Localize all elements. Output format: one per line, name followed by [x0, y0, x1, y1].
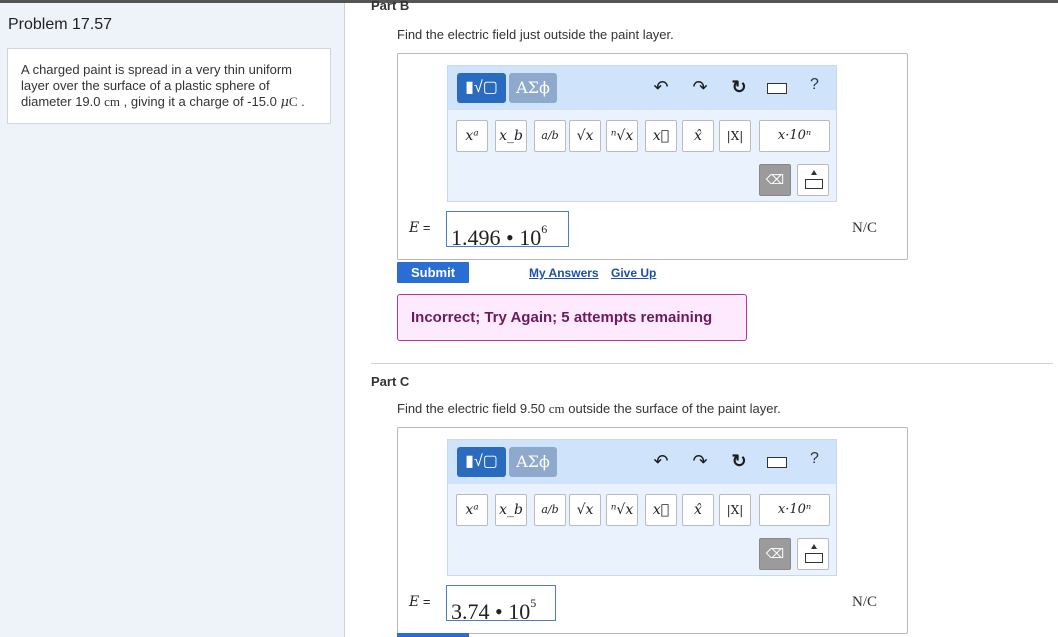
keyboard-icon[interactable]: [767, 83, 787, 94]
problem-sidebar: Problem 17.57 A charged paint is spread …: [0, 3, 345, 637]
unit-coulomb: C: [288, 94, 298, 109]
give-up-link[interactable]: Give Up: [611, 266, 656, 280]
superscript-button[interactable]: xᵃ: [456, 120, 488, 152]
part-b-variable-label: E =: [409, 220, 431, 236]
abs-value-button[interactable]: |X|: [719, 494, 751, 526]
vector-button[interactable]: x⃗: [645, 494, 677, 526]
keyboard-icon[interactable]: [767, 457, 787, 468]
problem-text-2: , giving it a charge of -15.0: [120, 94, 281, 109]
reset-icon[interactable]: ↻: [727, 77, 751, 98]
part-c-submit-button[interactable]: [397, 633, 469, 637]
part-c-prompt: Find the electric field 9.50 cm outside …: [397, 401, 781, 416]
keyboard-toggle-button[interactable]: [797, 164, 829, 196]
sqrt-button[interactable]: √x: [569, 120, 601, 152]
undo-icon[interactable]: ↶: [649, 451, 673, 472]
part-b-title: Part B: [371, 0, 410, 13]
subscript-button[interactable]: x_b: [495, 120, 527, 152]
unit-cm: cm: [104, 94, 120, 109]
feedback-message: Incorrect; Try Again; 5 attempts remaini…: [397, 294, 747, 341]
keyboard-toggle-button[interactable]: [797, 538, 829, 570]
part-c-answer-input[interactable]: 3.74 • 105: [446, 585, 556, 624]
nth-root-button[interactable]: ⁿ√x: [606, 120, 638, 152]
part-b-prompt: Find the electric field just outside the…: [397, 27, 674, 42]
reset-icon[interactable]: ↻: [727, 451, 751, 472]
undo-icon[interactable]: ↶: [649, 77, 673, 98]
part-b-answer-input[interactable]: 1.496 • 106: [446, 211, 569, 250]
part-c-title: Part C: [371, 374, 410, 389]
fraction-button[interactable]: a/b: [534, 120, 566, 152]
delete-icon[interactable]: ⌫: [759, 164, 791, 196]
part-c-math-editor: ▮√▢ ΑΣϕ ↶ ↷ ↻ ? xᵃ x_b a/b √x ⁿ√x x⃗ x̂ …: [447, 439, 837, 576]
redo-icon[interactable]: ↷: [688, 451, 712, 472]
sci-notation-button[interactable]: x·10ⁿ: [759, 120, 830, 152]
nth-root-button[interactable]: ⁿ√x: [606, 494, 638, 526]
help-icon[interactable]: ?: [810, 450, 819, 468]
problem-statement: A charged paint is spread in a very thin…: [7, 48, 331, 124]
subscript-button[interactable]: x_b: [495, 494, 527, 526]
templates-tab[interactable]: ▮√▢: [457, 447, 506, 477]
part-c-answer-box: ▮√▢ ΑΣϕ ↶ ↷ ↻ ? xᵃ x_b a/b √x ⁿ√x x⃗ x̂ …: [397, 427, 908, 634]
section-divider: [371, 363, 1053, 364]
my-answers-link[interactable]: My Answers: [529, 266, 599, 280]
vector-button[interactable]: x⃗: [645, 120, 677, 152]
part-b-math-editor: ▮√▢ ΑΣϕ ↶ ↷ ↻ ? xᵃ x_b a/b √x ⁿ√x x⃗ x̂ …: [447, 65, 837, 202]
sci-notation-button[interactable]: x·10ⁿ: [759, 494, 830, 526]
unit-mu: μ: [280, 95, 289, 110]
editor-toolbar: ▮√▢ ΑΣϕ ↶ ↷ ↻ ?: [448, 66, 836, 110]
fraction-button[interactable]: a/b: [534, 494, 566, 526]
unit-vector-button[interactable]: x̂: [682, 120, 714, 152]
superscript-button[interactable]: xᵃ: [456, 494, 488, 526]
problem-text-3: .: [297, 94, 305, 109]
templates-tab[interactable]: ▮√▢: [457, 73, 506, 103]
part-c-units: N/C: [852, 594, 878, 610]
part-c-variable-label: E =: [409, 594, 431, 610]
greek-tab[interactable]: ΑΣϕ: [509, 73, 557, 103]
sqrt-button[interactable]: √x: [569, 494, 601, 526]
help-icon[interactable]: ?: [810, 76, 819, 94]
redo-icon[interactable]: ↷: [688, 77, 712, 98]
delete-icon[interactable]: ⌫: [759, 538, 791, 570]
abs-value-button[interactable]: |X|: [719, 120, 751, 152]
part-b-answer-box: ▮√▢ ΑΣϕ ↶ ↷ ↻ ? xᵃ x_b a/b √x ⁿ√x x⃗ x̂ …: [397, 53, 908, 260]
editor-toolbar: ▮√▢ ΑΣϕ ↶ ↷ ↻ ?: [448, 440, 836, 484]
unit-vector-button[interactable]: x̂: [682, 494, 714, 526]
greek-tab[interactable]: ΑΣϕ: [509, 447, 557, 477]
problem-title: Problem 17.57: [8, 16, 113, 33]
submit-button[interactable]: Submit: [397, 262, 469, 283]
part-b-units: N/C: [852, 220, 878, 236]
